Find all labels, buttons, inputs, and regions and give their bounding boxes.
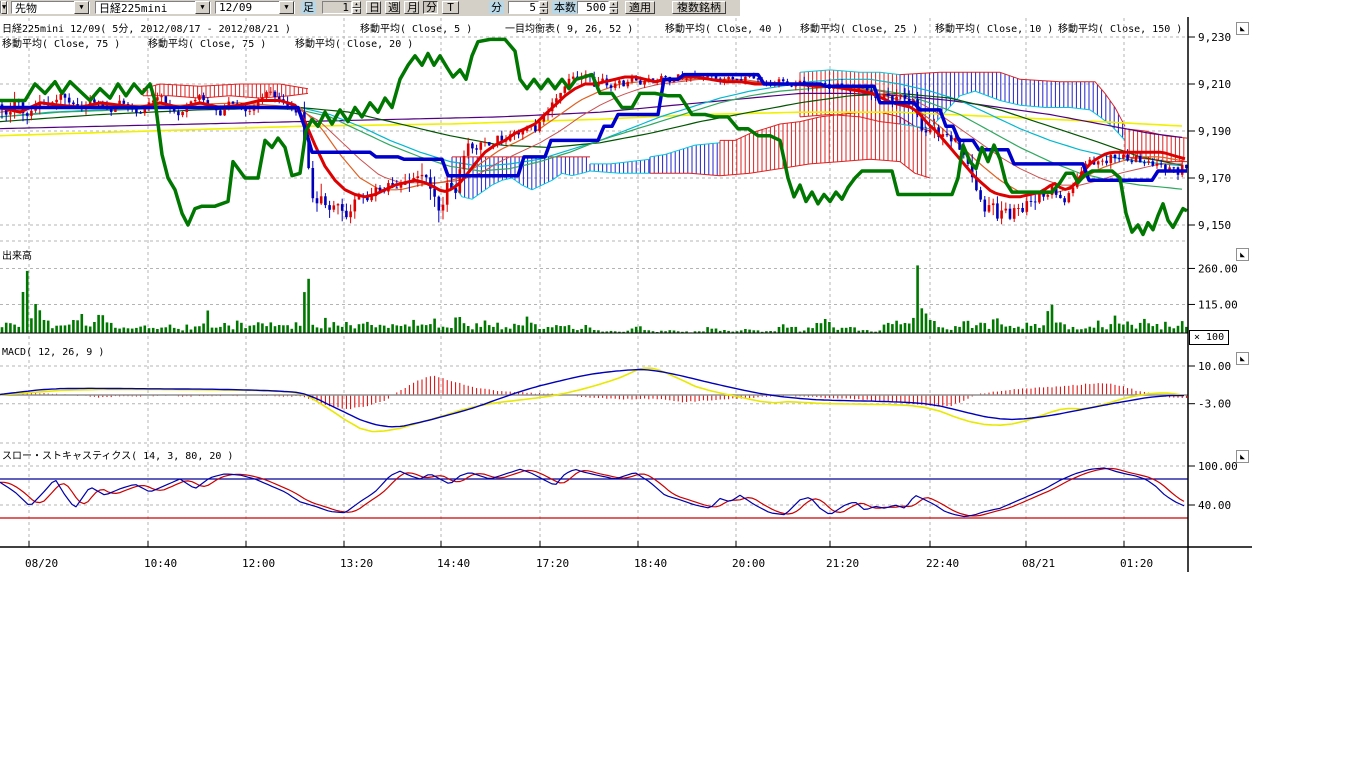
svg-text:9,210: 9,210 xyxy=(1198,78,1231,91)
svg-text:100.00: 100.00 xyxy=(1198,460,1238,473)
stochastics-panel-label: スロー・ストキャスティクス( 14, 3, 80, 20 ) xyxy=(2,447,233,462)
trading-chart-window: { "toolbar": { "combo_stub": "▼", "categ… xyxy=(0,0,1366,768)
svg-text:10.00: 10.00 xyxy=(1198,360,1231,373)
svg-text:21:20: 21:20 xyxy=(826,557,859,570)
macd-panel-collapse-arrow-icon[interactable]: ◣ xyxy=(1236,352,1249,365)
svg-text:14:40: 14:40 xyxy=(437,557,470,570)
svg-text:01:20: 01:20 xyxy=(1120,557,1153,570)
svg-text:20:00: 20:00 xyxy=(732,557,765,570)
stoch-panel-collapse-arrow-icon[interactable]: ◣ xyxy=(1236,450,1249,463)
svg-text:10:40: 10:40 xyxy=(144,557,177,570)
volume-multiplier-badge: × 100 xyxy=(1189,330,1229,345)
svg-text:40.00: 40.00 xyxy=(1198,499,1231,512)
svg-text:-3.00: -3.00 xyxy=(1198,398,1231,411)
svg-text:9,150: 9,150 xyxy=(1198,219,1231,232)
svg-text:115.00: 115.00 xyxy=(1198,298,1238,311)
svg-text:9,230: 9,230 xyxy=(1198,31,1231,44)
svg-text:18:40: 18:40 xyxy=(634,557,667,570)
price-panel-collapse-arrow-icon[interactable]: ◣ xyxy=(1236,22,1249,35)
chart-canvas: 08/20 10:40 12:00 13:20 14:40 17:20 18:40 20:00… xyxy=(0,0,1366,768)
svg-text:08/20: 08/20 xyxy=(25,557,58,570)
svg-text:13:20: 13:20 xyxy=(340,557,373,570)
volume-panel-collapse-arrow-icon[interactable]: ◣ xyxy=(1236,248,1249,261)
svg-text:17:20: 17:20 xyxy=(536,557,569,570)
svg-text:22:40: 22:40 xyxy=(926,557,959,570)
macd-panel-label: MACD( 12, 26, 9 ) xyxy=(2,347,104,358)
svg-text:9,170: 9,170 xyxy=(1198,172,1231,185)
chart-title: 日経225mini 12/09( 5分, 2012/08/17 - 2012/0… xyxy=(2,20,291,35)
volume-panel-label: 出来高 xyxy=(2,247,32,262)
svg-text:260.00: 260.00 xyxy=(1198,262,1238,275)
svg-text:9,190: 9,190 xyxy=(1198,125,1231,138)
svg-text:12:00: 12:00 xyxy=(242,557,275,570)
svg-text:08/21: 08/21 xyxy=(1022,557,1055,570)
